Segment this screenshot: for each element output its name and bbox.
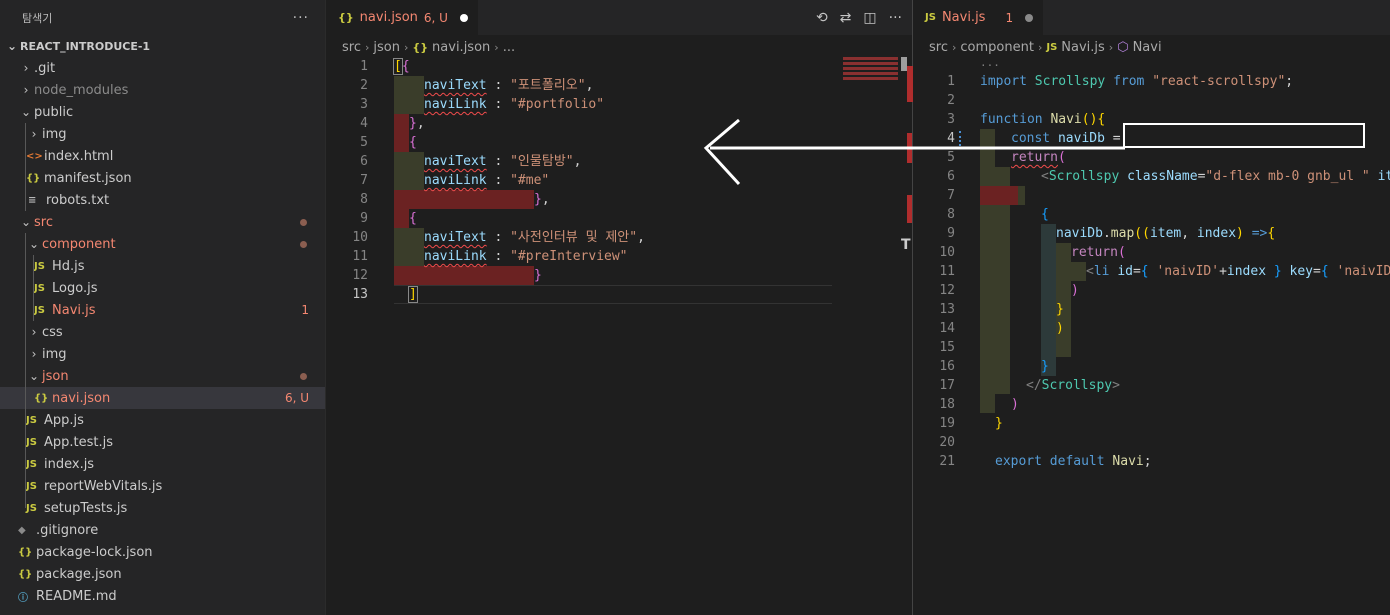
annotation-arrow-icon (703, 118, 1125, 186)
